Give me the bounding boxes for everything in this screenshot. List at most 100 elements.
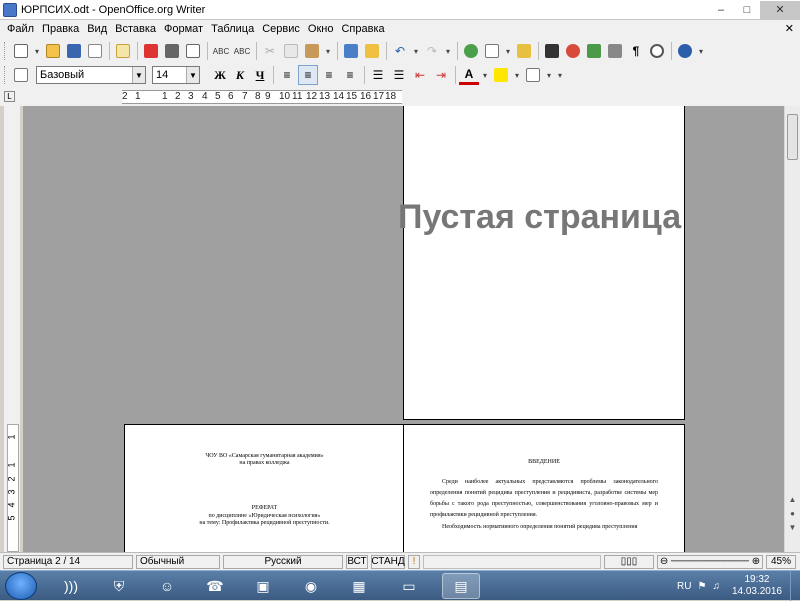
data-sources-icon[interactable] (605, 41, 625, 61)
hyperlink-icon[interactable] (461, 41, 481, 61)
underline-button[interactable]: Ч (250, 65, 270, 85)
print-icon[interactable] (162, 41, 182, 61)
close-document-icon[interactable]: ✕ (785, 22, 794, 35)
align-left-icon[interactable]: ≡ (277, 65, 297, 85)
toolbar-grip[interactable] (4, 66, 7, 84)
language-status[interactable]: Русский (223, 554, 343, 569)
toolbar-options-icon[interactable]: ▾ (555, 65, 565, 85)
navigator-icon[interactable] (563, 41, 583, 61)
chevron-down-icon[interactable]: ▼ (132, 67, 145, 83)
justify-icon[interactable]: ≡ (340, 65, 360, 85)
decrease-indent-icon[interactable]: ⇤ (410, 65, 430, 85)
start-button[interactable] (5, 572, 37, 600)
increase-indent-icon[interactable]: ⇥ (431, 65, 451, 85)
paintbrush-icon[interactable] (362, 41, 382, 61)
scrollbar-thumb[interactable] (787, 114, 798, 160)
chrome-icon[interactable]: ◉ (292, 573, 330, 599)
nonprinting-chars-icon[interactable]: ¶ (626, 41, 646, 61)
undo-dropdown-icon[interactable]: ▾ (411, 41, 421, 61)
export-pdf-icon[interactable] (141, 41, 161, 61)
document-area[interactable]: Пустая страница ЧОУ ВО «Самарская гумани… (23, 106, 784, 552)
print-preview-icon[interactable] (183, 41, 203, 61)
highlighting-dropdown-icon[interactable]: ▾ (512, 65, 522, 85)
numbering-icon[interactable]: ☰ (368, 65, 388, 85)
calculator-icon[interactable]: ▦ (340, 573, 378, 599)
zoom-icon[interactable] (647, 41, 667, 61)
toolbar-grip[interactable] (4, 42, 7, 60)
gallery-icon[interactable] (584, 41, 604, 61)
title-page[interactable]: ЧОУ ВО «Самарская гуманитарная академия»… (124, 424, 404, 552)
styles-formatting-icon[interactable] (11, 65, 31, 85)
paste-dropdown-icon[interactable]: ▾ (323, 41, 333, 61)
menu-insert[interactable]: Вставка (111, 23, 160, 35)
menu-tools[interactable]: Сервис (258, 23, 304, 35)
menu-format[interactable]: Формат (160, 23, 207, 35)
vertical-ruler[interactable]: 1 1 2 3 4 5 (4, 106, 20, 552)
view-layout-icons[interactable]: ▯▯▯ (604, 554, 654, 569)
tray-volume-icon[interactable]: ♫ (712, 581, 720, 592)
menu-window[interactable]: Окно (304, 23, 338, 35)
maximize-button[interactable]: □ (734, 1, 760, 19)
tray-flag-icon[interactable]: ⚑ (697, 581, 706, 592)
menu-help[interactable]: Справка (337, 23, 388, 35)
blank-page[interactable]: Пустая страница (398, 106, 685, 420)
clone-formatting-icon[interactable] (341, 41, 361, 61)
autospellcheck-icon[interactable]: ABC (232, 41, 252, 61)
save-icon[interactable] (64, 41, 84, 61)
menu-table[interactable]: Таблица (207, 23, 258, 35)
font-size-select[interactable]: 14 ▼ (152, 66, 200, 84)
bullets-icon[interactable]: ☰ (389, 65, 409, 85)
intro-page[interactable]: ВВЕДЕНИЕ Среди наиболее актуальных предс… (403, 424, 685, 552)
office-app-icon[interactable]: ▣ (244, 573, 282, 599)
help-icon[interactable] (675, 41, 695, 61)
page-up-icon[interactable]: ▲ (785, 492, 800, 507)
writer-app-icon[interactable] (3, 2, 17, 17)
selection-mode-status[interactable]: СТАНД (371, 554, 405, 569)
copy-icon[interactable] (281, 41, 301, 61)
align-center-icon[interactable]: ≡ (298, 65, 318, 85)
document-modified-icon[interactable]: ! (408, 554, 420, 569)
menu-edit[interactable]: Правка (38, 23, 83, 35)
new-document-icon[interactable] (11, 41, 31, 61)
toolbar-options-icon[interactable]: ▾ (696, 41, 706, 61)
insert-mode-status[interactable]: ВСТ (346, 554, 368, 569)
redo-icon[interactable]: ↷ (422, 41, 442, 61)
show-desktop-button[interactable] (790, 571, 800, 601)
background-dropdown-icon[interactable]: ▾ (544, 65, 554, 85)
system-clock[interactable]: 19:32 14.03.2016 (732, 574, 782, 598)
wifi-app-icon[interactable]: ))) (52, 573, 90, 599)
font-color-dropdown-icon[interactable]: ▾ (480, 65, 490, 85)
file-explorer-icon[interactable]: ▭ (390, 573, 428, 599)
draw-functions-icon[interactable] (514, 41, 534, 61)
highlighting-icon[interactable] (491, 65, 511, 85)
keyboard-language[interactable]: RU (677, 581, 691, 592)
navigation-icon[interactable]: ● (785, 506, 800, 521)
paste-icon[interactable] (302, 41, 322, 61)
close-button[interactable]: ✕ (760, 0, 800, 19)
zoom-slider[interactable]: ⊖ ─────────── ⊕ (657, 554, 763, 569)
vertical-scrollbar[interactable]: ▲ ● ▼ (784, 106, 800, 552)
zoom-level[interactable]: 45% (766, 554, 796, 569)
redo-dropdown-icon[interactable]: ▾ (443, 41, 453, 61)
menu-view[interactable]: Вид (83, 23, 111, 35)
horizontal-ruler[interactable]: 2 1 1 2 3 4 5 6 7 8 9 10 11 12 13 14 15 … (122, 90, 402, 104)
writer-taskbar-icon[interactable]: ▤ (442, 573, 480, 599)
minimize-button[interactable]: – (708, 1, 734, 19)
table-dropdown-icon[interactable]: ▾ (503, 41, 513, 61)
menu-file[interactable]: Файл (3, 23, 38, 35)
font-color-icon[interactable]: A (459, 65, 479, 85)
table-icon[interactable] (482, 41, 502, 61)
page-number-status[interactable]: Страница 2 / 14 (3, 554, 133, 569)
find-replace-icon[interactable] (542, 41, 562, 61)
italic-button[interactable]: К (230, 65, 250, 85)
email-icon[interactable] (85, 41, 105, 61)
edit-mode-icon[interactable] (113, 41, 133, 61)
align-right-icon[interactable]: ≡ (319, 65, 339, 85)
tab-type-corner[interactable]: L (4, 91, 15, 102)
new-dropdown-icon[interactable]: ▾ (32, 41, 42, 61)
spellcheck-icon[interactable]: ABC (211, 41, 231, 61)
chevron-down-icon[interactable]: ▼ (186, 67, 199, 83)
page-down-icon[interactable]: ▼ (785, 520, 800, 535)
bold-button[interactable]: Ж (210, 65, 230, 85)
avatar-app-icon[interactable]: ☺ (148, 573, 186, 599)
